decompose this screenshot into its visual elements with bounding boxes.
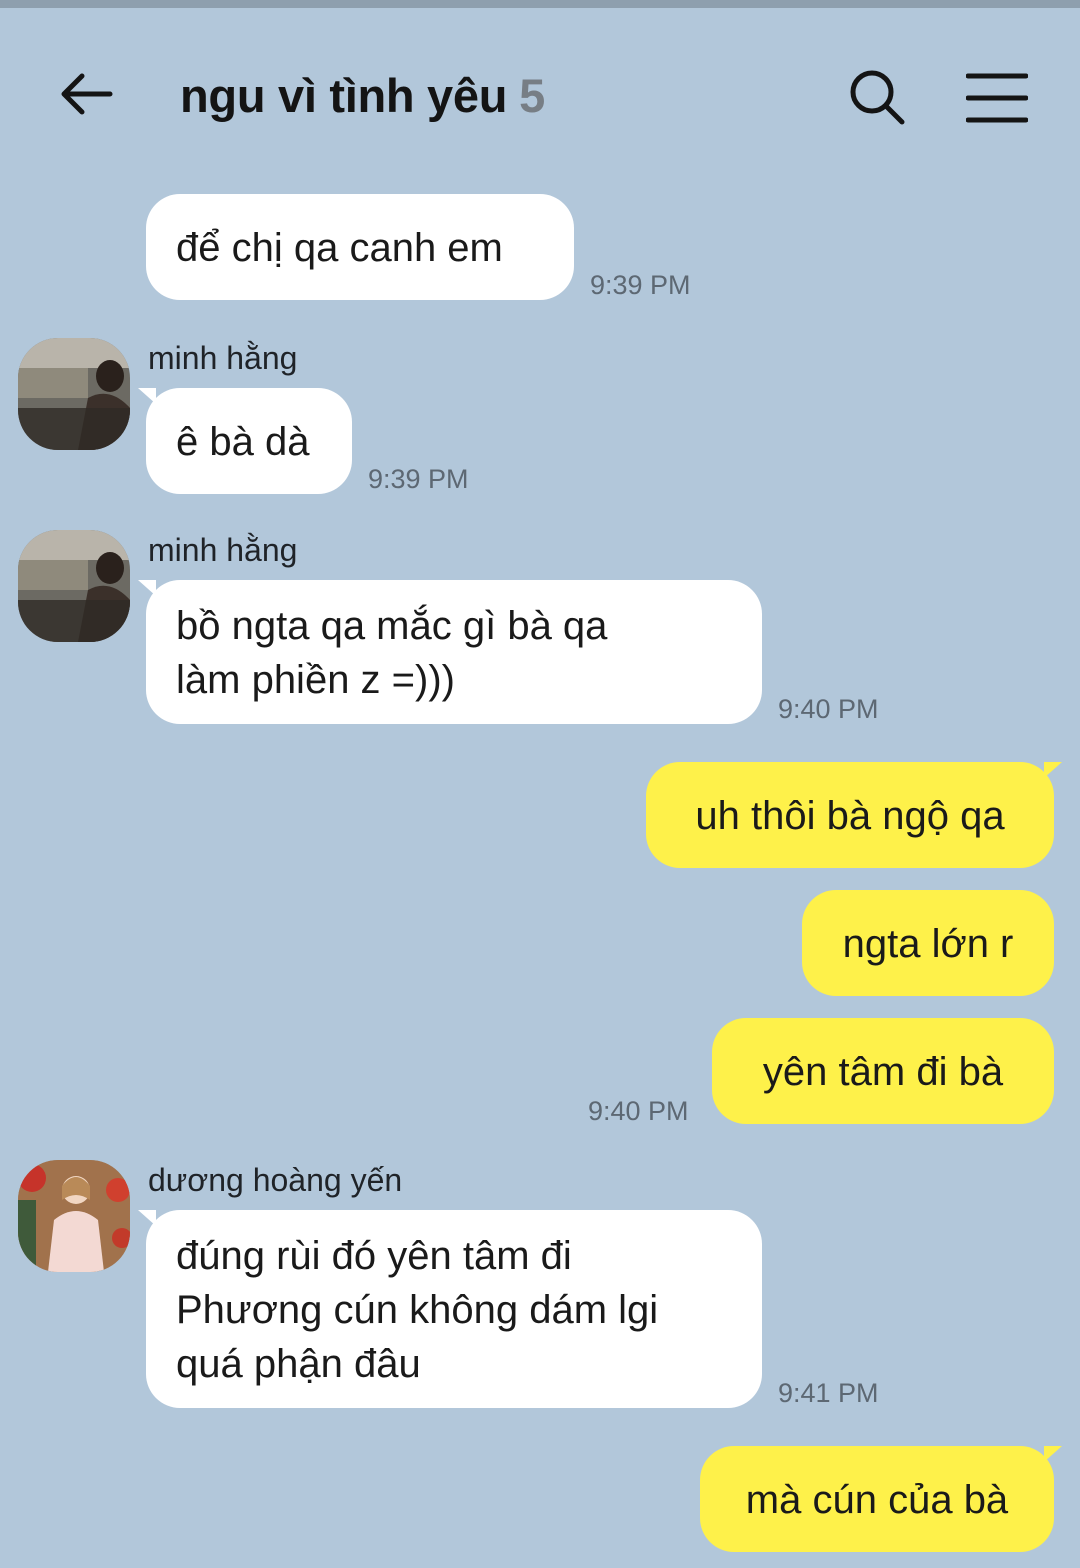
member-count: 5 [519, 69, 545, 122]
avatar[interactable] [18, 338, 130, 450]
message-time: 9:39 PM [590, 270, 691, 300]
sender-name: dương hoàng yến [148, 1162, 403, 1198]
message-bubble[interactable]: để chị qa canh em [146, 194, 574, 300]
message-time: 9:39 PM [368, 464, 469, 494]
chat-title: ngu vì tình yêu 5 [180, 68, 545, 123]
message-bubble[interactable]: yên tâm đi bà [712, 1018, 1054, 1124]
status-bar-strip [0, 0, 1080, 8]
sender-name: minh hằng [148, 532, 298, 568]
message-bubble[interactable]: đúng rùi đó yên tâm đi Phương cún không … [138, 1210, 762, 1408]
avatar[interactable] [18, 1160, 130, 1272]
chat-room-name: ngu vì tình yêu [180, 69, 508, 122]
message-bubble[interactable]: ngta lớn r [802, 890, 1054, 996]
hamburger-menu-icon[interactable] [966, 72, 1028, 124]
message-bubble[interactable]: uh thôi bà ngộ qa [646, 762, 1062, 868]
message-time: 9:40 PM [778, 694, 879, 724]
message-bubble[interactable]: mà cún của bà [700, 1446, 1062, 1552]
chat-header: ngu vì tình yêu 5 [0, 8, 1080, 178]
back-arrow-icon[interactable] [58, 70, 114, 118]
message-bubble[interactable]: bồ ngta qa mắc gì bà qa làm phiền z =))) [138, 580, 762, 724]
sender-name: minh hằng [148, 340, 298, 376]
avatar[interactable] [18, 530, 130, 642]
message-time: 9:40 PM [588, 1096, 689, 1126]
search-icon[interactable] [848, 68, 906, 126]
message-bubble[interactable]: ê bà dà [138, 388, 352, 494]
message-time: 9:41 PM [778, 1378, 879, 1408]
